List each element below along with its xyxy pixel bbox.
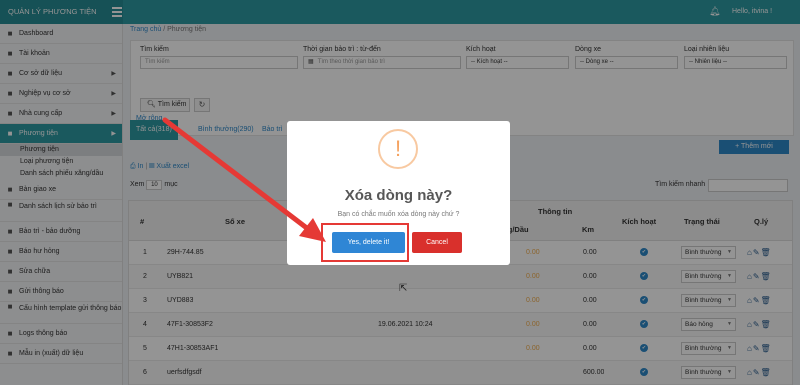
dialog-title: Xóa dòng này? [344, 187, 453, 204]
warning-icon: ! [378, 129, 418, 169]
mouse-cursor-icon: ⇱ [399, 283, 408, 294]
dialog-message: Bạn có chắc muốn xóa dòng này chứ ? [337, 211, 460, 218]
cancel-button[interactable]: Cancel [412, 232, 462, 253]
annotation-highlight-box [321, 223, 409, 262]
